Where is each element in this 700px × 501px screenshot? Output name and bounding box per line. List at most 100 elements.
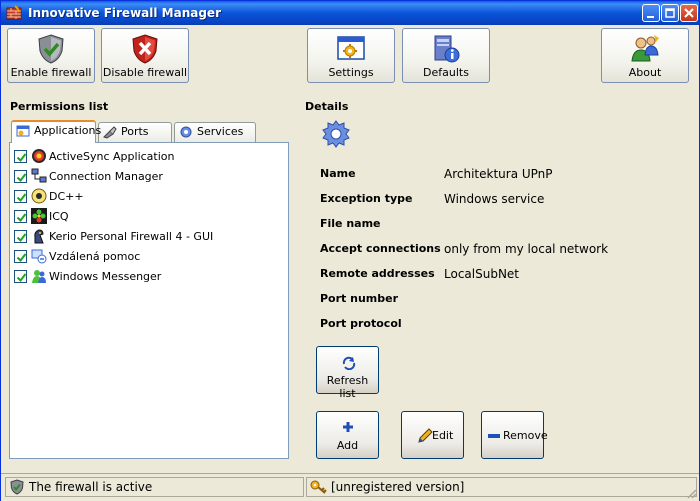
item-checkbox[interactable]: [14, 170, 27, 183]
detail-label-accept-connections: Accept connections: [320, 242, 441, 255]
details-title: Details: [305, 100, 349, 113]
tab-ports[interactable]: Ports: [98, 122, 172, 142]
close-icon: [684, 8, 694, 18]
status-pane-firewall: The firewall is active: [5, 477, 304, 497]
network-computers-icon: [31, 168, 47, 183]
title-bar[interactable]: Innovative Firewall Manager: [1, 1, 699, 25]
status-pane-registration: [unregistered version]: [306, 477, 697, 497]
item-checkbox[interactable]: [14, 230, 27, 243]
detail-label-name: Name: [320, 167, 356, 180]
item-label: DC++: [49, 190, 84, 203]
refresh-list-label: Refresh list: [326, 374, 369, 400]
shield-x-icon: [132, 34, 158, 64]
item-checkbox[interactable]: [14, 270, 27, 283]
disable-firewall-button[interactable]: Disable firewall: [101, 28, 189, 83]
settings-label: Settings: [328, 66, 374, 79]
remove-button[interactable]: Remove: [481, 411, 548, 459]
checkmark-icon: [16, 213, 27, 223]
detail-label-port-protocol: Port protocol: [320, 317, 402, 330]
list-item[interactable]: DC++: [12, 187, 282, 205]
applications-icon: [16, 125, 30, 137]
shield-check-icon: [10, 479, 24, 495]
list-item[interactable]: Windows Messenger: [12, 267, 282, 285]
checkmark-icon: [16, 273, 27, 283]
minimize-icon: [647, 16, 654, 18]
item-checkbox[interactable]: [14, 190, 27, 203]
item-label: Connection Manager: [49, 170, 163, 183]
permissions-listbox[interactable]: ActiveSync Application Connection Manage…: [9, 142, 289, 459]
detail-value-name: Architektura UPnP: [444, 167, 553, 181]
list-item[interactable]: ICQ: [12, 207, 282, 225]
firewall-status-text: The firewall is active: [29, 480, 153, 494]
tab-ports-label: Ports: [121, 125, 149, 138]
item-label: ActiveSync Application: [49, 150, 175, 163]
tab-services[interactable]: Services: [174, 122, 256, 142]
item-checkbox[interactable]: [14, 150, 27, 163]
remote-assistance-icon: [31, 249, 47, 264]
defaults-info-icon: [434, 35, 460, 63]
detail-label-exception-type: Exception type: [320, 192, 413, 205]
registration-status-text: [unregistered version]: [331, 480, 465, 494]
item-label: Vzdálená pomoc: [49, 250, 141, 263]
edit-button[interactable]: Edit: [401, 411, 464, 459]
defaults-label: Defaults: [423, 66, 469, 79]
icq-flower-icon: [31, 208, 47, 224]
permissions-list-title: Permissions list: [10, 100, 109, 113]
refresh-list-button[interactable]: Refresh list: [316, 346, 379, 400]
remove-minus-icon: [488, 434, 500, 438]
kerio-knight-icon: [34, 229, 44, 244]
about-button[interactable]: About: [601, 28, 689, 83]
enable-firewall-button[interactable]: Enable firewall: [7, 28, 95, 83]
tab-applications[interactable]: Applications: [11, 120, 101, 143]
add-button[interactable]: Add: [316, 411, 379, 459]
remove-label: Remove: [503, 429, 548, 442]
checkmark-icon: [16, 233, 27, 243]
checkmark-icon: [16, 153, 27, 163]
status-bar: The firewall is active [unregistered ver…: [1, 473, 699, 501]
item-checkbox[interactable]: [14, 210, 27, 223]
maximize-icon: [665, 8, 675, 18]
service-gear-icon: [322, 120, 350, 148]
item-checkbox[interactable]: [14, 250, 27, 263]
edit-label: Edit: [432, 429, 454, 442]
checkmark-icon: [16, 253, 27, 263]
refresh-icon: [342, 356, 356, 370]
window-title: Innovative Firewall Manager: [28, 6, 221, 20]
main-window: Innovative Firewall Manager Enable firew…: [0, 0, 700, 501]
close-button[interactable]: [680, 4, 698, 22]
disable-firewall-label: Disable firewall: [102, 66, 188, 79]
key-icon: [310, 480, 327, 494]
resize-grip-icon[interactable]: [685, 487, 697, 499]
detail-label-remote-addresses: Remote addresses: [320, 267, 435, 280]
item-label: Kerio Personal Firewall 4 - GUI: [49, 230, 214, 243]
list-item[interactable]: Kerio Personal Firewall 4 - GUI: [12, 227, 282, 245]
tab-applications-label: Applications: [34, 124, 102, 137]
minimize-button[interactable]: [642, 4, 660, 22]
shield-check-icon: [38, 34, 64, 64]
checkmark-icon: [16, 173, 27, 183]
tab-services-label: Services: [197, 125, 244, 138]
checkmark-icon: [16, 193, 27, 203]
enable-firewall-label: Enable firewall: [10, 66, 92, 79]
maximize-button[interactable]: [661, 4, 679, 22]
dcpp-icon: [31, 188, 47, 204]
defaults-button[interactable]: Defaults: [402, 28, 490, 83]
services-gear-icon: [180, 126, 192, 138]
detail-label-file-name: File name: [320, 217, 381, 230]
list-item[interactable]: ActiveSync Application: [12, 147, 282, 165]
settings-button[interactable]: Settings: [307, 28, 395, 83]
ports-icon: [103, 126, 117, 139]
item-label: ICQ: [49, 210, 69, 223]
detail-label-port-number: Port number: [320, 292, 399, 305]
detail-value-accept-connections: only from my local network: [444, 242, 609, 256]
settings-window-icon: [337, 36, 365, 60]
item-label: Windows Messenger: [49, 270, 162, 283]
list-item[interactable]: Vzdálená pomoc: [12, 247, 282, 265]
about-label: About: [628, 66, 662, 79]
detail-value-exception-type: Windows service: [444, 192, 545, 206]
detail-value-remote-addresses: LocalSubNet: [444, 267, 520, 281]
messenger-icon: [32, 270, 46, 283]
app-icon: [6, 5, 22, 20]
list-item[interactable]: Connection Manager: [12, 167, 282, 185]
activesync-icon: [32, 149, 46, 163]
